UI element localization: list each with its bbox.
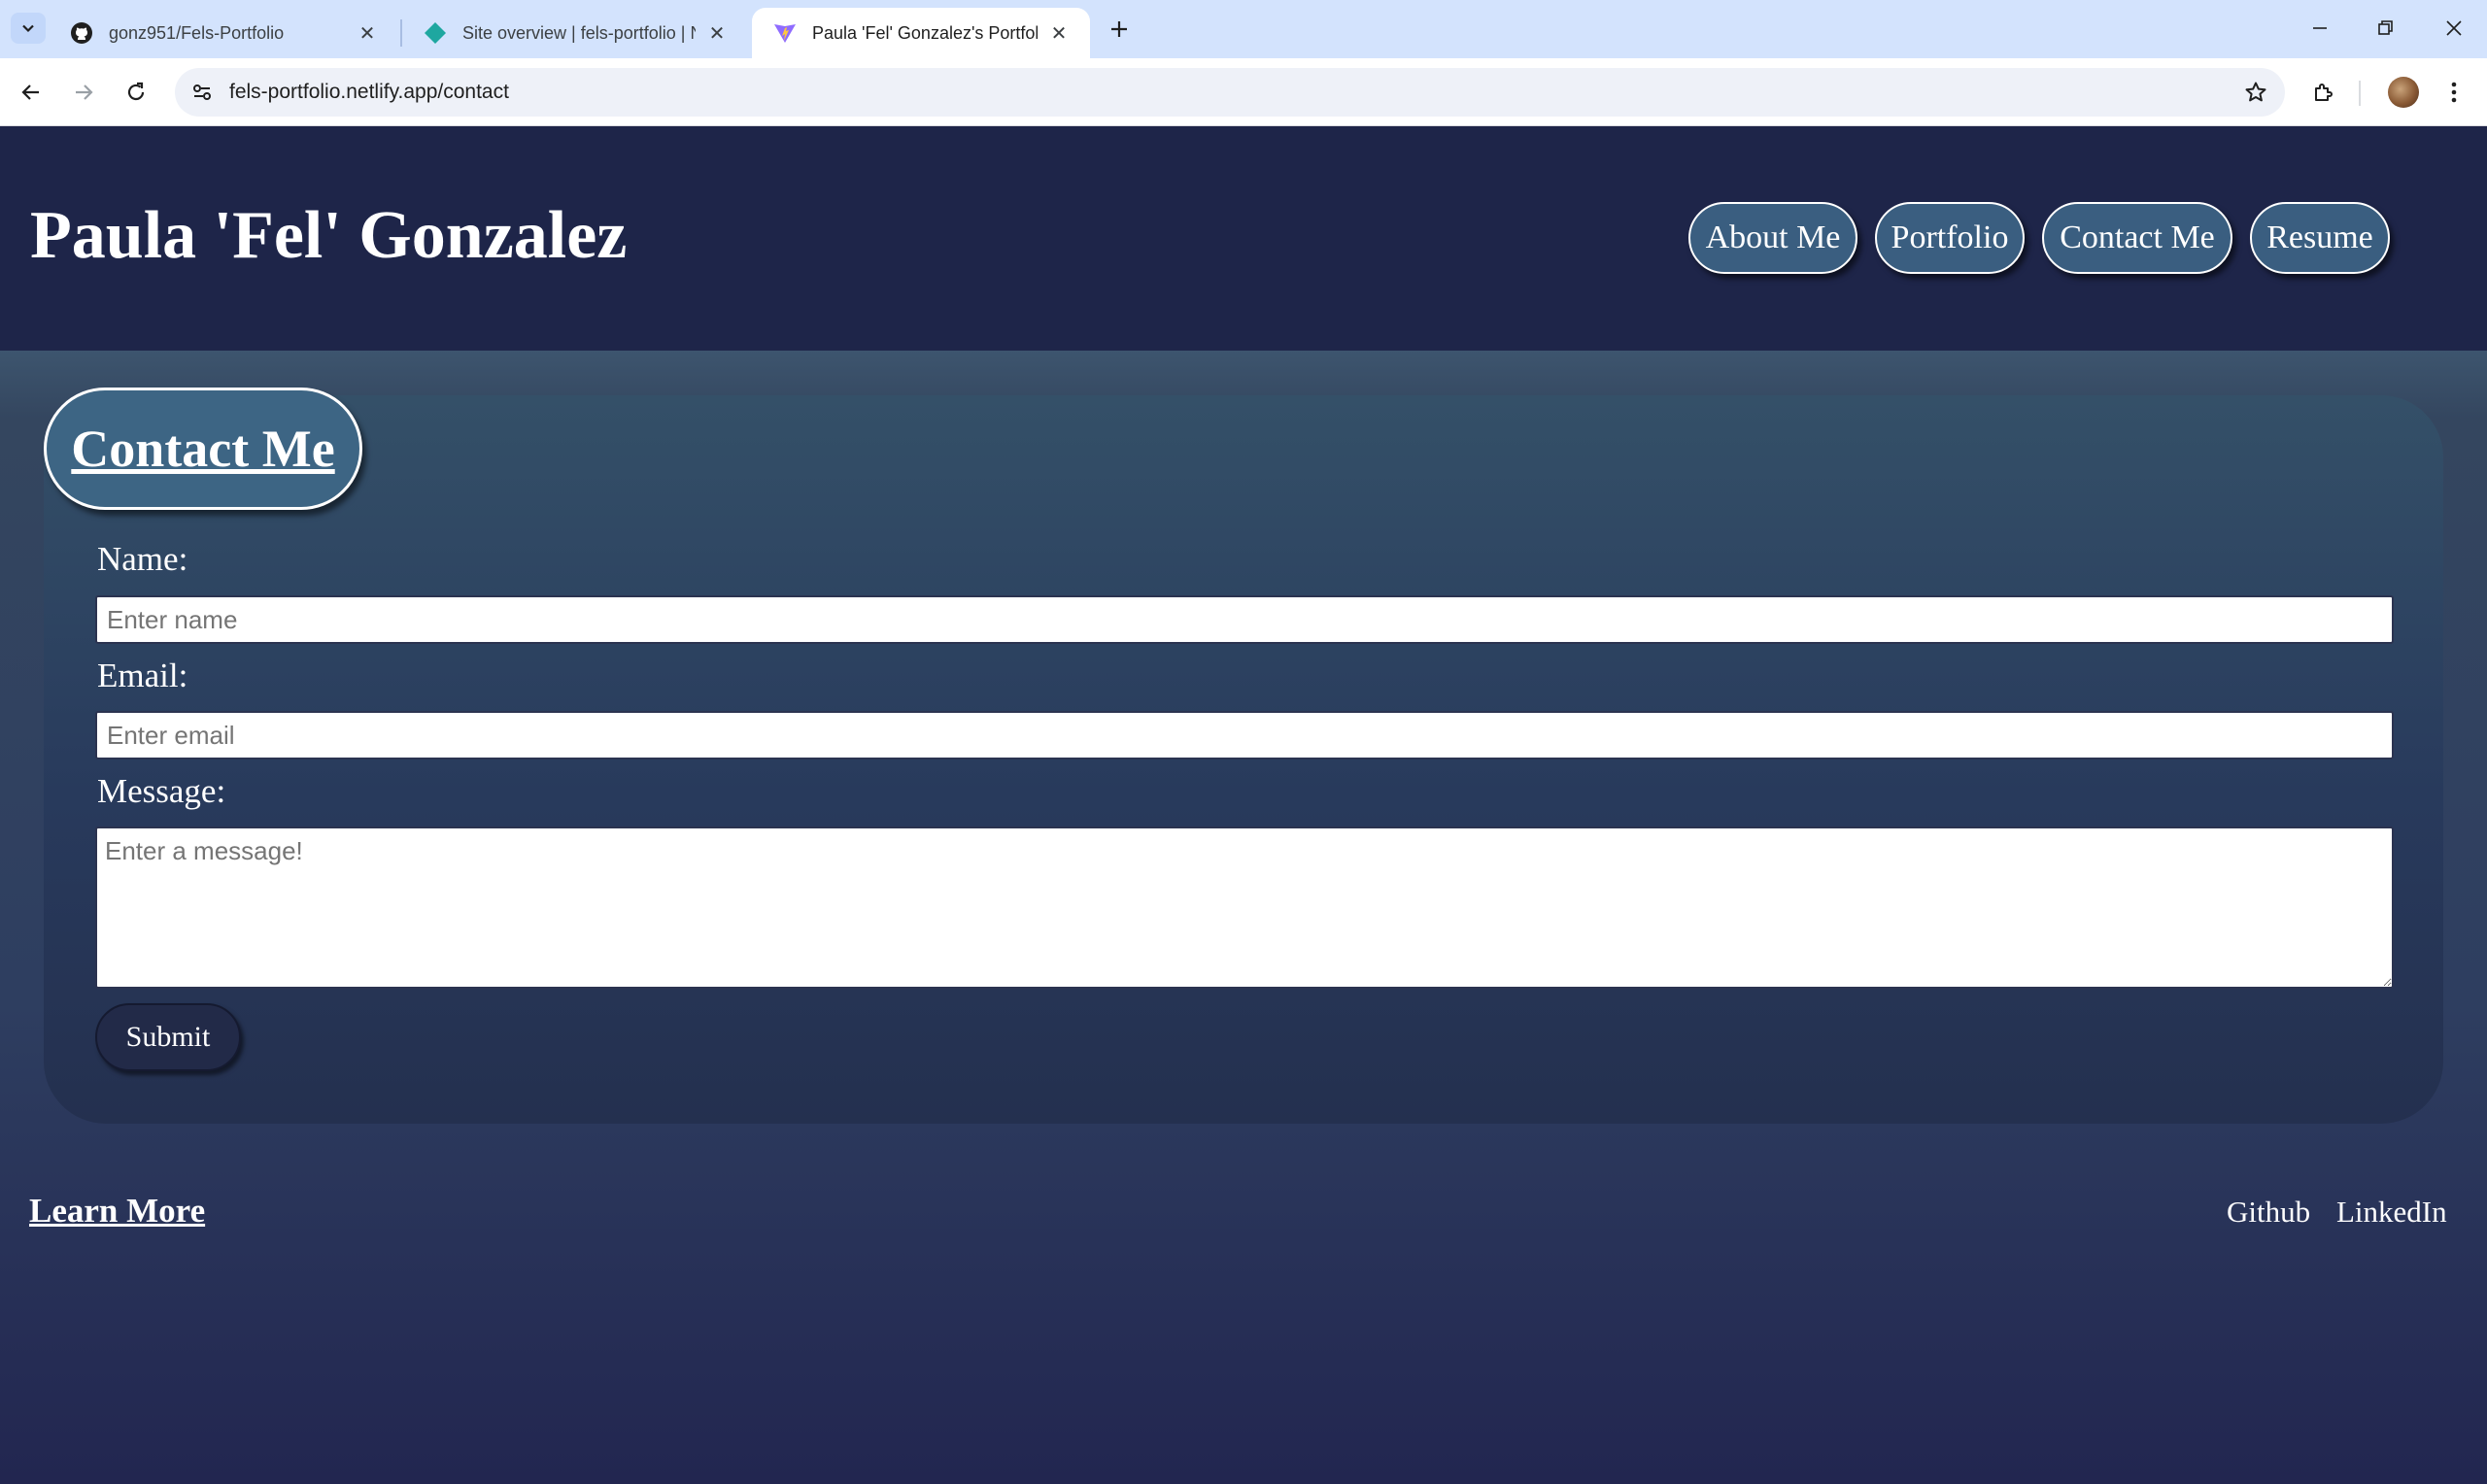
minimize-icon	[2313, 27, 2327, 29]
message-label: Message:	[97, 772, 226, 810]
close-icon	[2446, 20, 2462, 36]
tab-title: Site overview | fels-portfolio | N	[462, 22, 696, 43]
new-tab-button[interactable]	[1104, 14, 1135, 45]
nav-portfolio[interactable]: Portfolio	[1875, 202, 2025, 274]
forward-button[interactable]	[64, 73, 103, 112]
learn-more-link[interactable]: Learn More	[29, 1192, 205, 1231]
footer-github-link[interactable]: Github	[2227, 1195, 2310, 1230]
browser-tab-netlify[interactable]: Site overview | fels-portfolio | N ✕	[402, 8, 748, 58]
address-bar[interactable]: fels-portfolio.netlify.app/contact	[175, 68, 2285, 117]
browser-tab-github[interactable]: gonz951/Fels-Portfolio ✕	[49, 8, 398, 58]
puzzle-icon	[2315, 84, 2333, 101]
browser-tab-strip: gonz951/Fels-Portfolio ✕ Site overview |…	[0, 0, 2487, 58]
site-title: Paula 'Fel' Gonzalez	[30, 198, 628, 273]
back-button[interactable]	[12, 73, 51, 112]
nav-about-me[interactable]: About Me	[1688, 202, 1857, 274]
close-icon[interactable]: ✕	[1047, 21, 1071, 45]
netlify-icon	[424, 21, 447, 45]
submit-button[interactable]: Submit	[95, 1003, 241, 1071]
reload-button[interactable]	[117, 73, 155, 112]
chevron-down-icon	[22, 24, 34, 33]
contact-heading-text: Contact Me	[71, 420, 335, 478]
name-label: Name:	[97, 540, 188, 578]
contact-heading: Contact Me	[44, 388, 362, 510]
bookmark-star-icon[interactable]	[2240, 77, 2271, 108]
close-icon[interactable]: ✕	[356, 21, 379, 45]
email-input[interactable]	[95, 711, 2394, 759]
extensions-button[interactable]	[2304, 73, 2343, 112]
arrow-right-icon	[76, 84, 93, 100]
menu-button[interactable]	[2435, 73, 2473, 112]
arrow-left-icon	[21, 84, 39, 100]
address-url[interactable]: fels-portfolio.netlify.app/contact	[229, 81, 509, 104]
nav-contact-me[interactable]: Contact Me	[2042, 202, 2232, 274]
plus-icon	[1111, 21, 1127, 37]
tab-title: Paula 'Fel' Gonzalez's Portfolio	[812, 22, 1038, 43]
contact-card	[44, 395, 2443, 1124]
github-icon	[70, 21, 93, 45]
profile-avatar[interactable]	[2388, 77, 2419, 108]
message-textarea[interactable]	[95, 826, 2394, 989]
more-vertical-icon	[2451, 82, 2457, 103]
page-viewport: Paula 'Fel' Gonzalez About Me Portfolio …	[0, 127, 2487, 1484]
close-window-button[interactable]	[2421, 0, 2487, 56]
tab-search-button[interactable]	[11, 13, 46, 44]
restore-icon	[2378, 20, 2393, 35]
reload-icon	[127, 82, 145, 101]
close-icon[interactable]: ✕	[705, 21, 729, 45]
email-label: Email:	[97, 657, 188, 694]
vite-icon	[773, 21, 797, 45]
nav-resume[interactable]: Resume	[2250, 202, 2390, 274]
browser-tab-portfolio[interactable]: Paula 'Fel' Gonzalez's Portfolio ✕	[752, 8, 1090, 58]
minimize-button[interactable]	[2287, 0, 2353, 56]
toolbar-divider	[2359, 81, 2361, 106]
footer-linkedin-link[interactable]: LinkedIn	[2336, 1195, 2447, 1230]
name-input[interactable]	[95, 595, 2394, 644]
site-info-icon[interactable]	[187, 77, 218, 108]
site-header: Paula 'Fel' Gonzalez About Me Portfolio …	[0, 127, 2487, 351]
restore-button[interactable]	[2353, 0, 2419, 56]
tab-title: gonz951/Fels-Portfolio	[109, 22, 285, 43]
browser-toolbar: fels-portfolio.netlify.app/contact	[0, 58, 2487, 126]
